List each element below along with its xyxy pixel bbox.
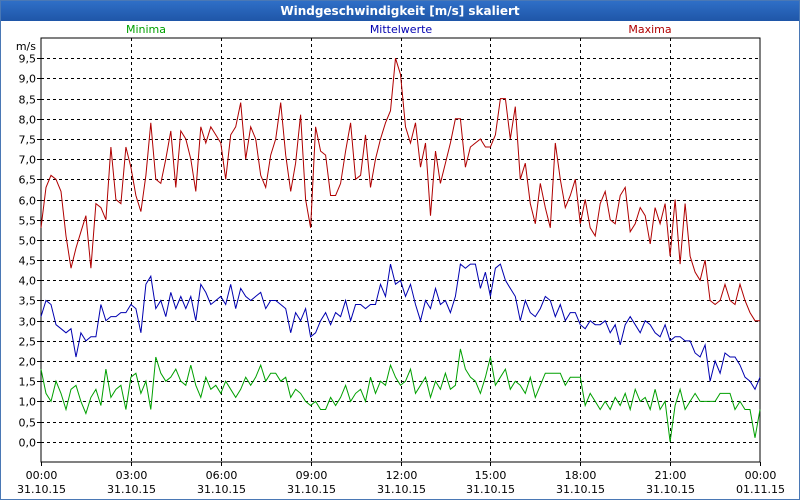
x-tick-label-time: 15:00 bbox=[475, 469, 507, 482]
y-tick-label: 7,0 bbox=[19, 154, 37, 167]
y-tick-label: 2,5 bbox=[19, 336, 37, 349]
x-tick-label-date: 31.10.15 bbox=[17, 483, 66, 496]
legend-minima: Minima bbox=[126, 23, 166, 36]
x-tick-label-time: 03:00 bbox=[116, 469, 148, 482]
y-tick-label: 7,5 bbox=[19, 134, 37, 147]
y-tick-label: 3,0 bbox=[19, 316, 37, 329]
x-tick-label-date: 31.10.15 bbox=[377, 483, 426, 496]
y-tick-label: 3,5 bbox=[19, 295, 37, 308]
x-tick-label-date: 01.11.15 bbox=[736, 483, 785, 496]
x-tick-label-date: 31.10.15 bbox=[646, 483, 695, 496]
x-tick-label-time: 21:00 bbox=[655, 469, 687, 482]
x-tick-label-time: 18:00 bbox=[565, 469, 597, 482]
y-axis-label: m/s bbox=[16, 40, 36, 53]
legend-maxima: Maxima bbox=[628, 23, 671, 36]
x-tick-label-time: 12:00 bbox=[386, 469, 418, 482]
x-tick-label-time: 09:00 bbox=[296, 469, 328, 482]
y-tick-label: 1,0 bbox=[19, 396, 37, 409]
y-tick-label: 8,5 bbox=[19, 94, 37, 107]
y-tick-label: 5,5 bbox=[19, 215, 37, 228]
y-tick-label: 6,5 bbox=[19, 174, 37, 187]
y-tick-label: 6,0 bbox=[19, 195, 37, 208]
x-tick-label-date: 31.10.15 bbox=[466, 483, 515, 496]
y-tick-label: 4,0 bbox=[19, 275, 37, 288]
y-tick-label: 8,0 bbox=[19, 114, 37, 127]
y-tick-label: 1,5 bbox=[19, 376, 37, 389]
y-tick-label: 9,0 bbox=[19, 73, 37, 86]
y-tick-label: 0,0 bbox=[19, 437, 37, 450]
y-tick-label: 9,5 bbox=[19, 53, 37, 66]
y-tick-label: 0,5 bbox=[19, 417, 37, 430]
x-tick-label-date: 31.10.15 bbox=[107, 483, 156, 496]
x-tick-label-time: 00:00 bbox=[26, 469, 58, 482]
y-tick-label: 5,0 bbox=[19, 235, 37, 248]
x-tick-label-date: 31.10.15 bbox=[287, 483, 336, 496]
wind-speed-chart: 0,0 0,5 1,0 1,5 2,0 2,5 3,0 3,5 4,0 4,5 5,0 5,5 6,0 6… bbox=[16, 23, 785, 496]
x-tick-label-date: 31.10.15 bbox=[197, 483, 246, 496]
y-tick-label: 2,0 bbox=[19, 356, 37, 369]
x-tick-label-time: 06:00 bbox=[206, 469, 238, 482]
legend-mittelwerte: Mittelwerte bbox=[370, 23, 433, 36]
x-tick-label-time: 00:00 bbox=[745, 469, 777, 482]
x-tick-label-date: 31.10.15 bbox=[556, 483, 605, 496]
y-tick-label: 4,5 bbox=[19, 255, 37, 268]
